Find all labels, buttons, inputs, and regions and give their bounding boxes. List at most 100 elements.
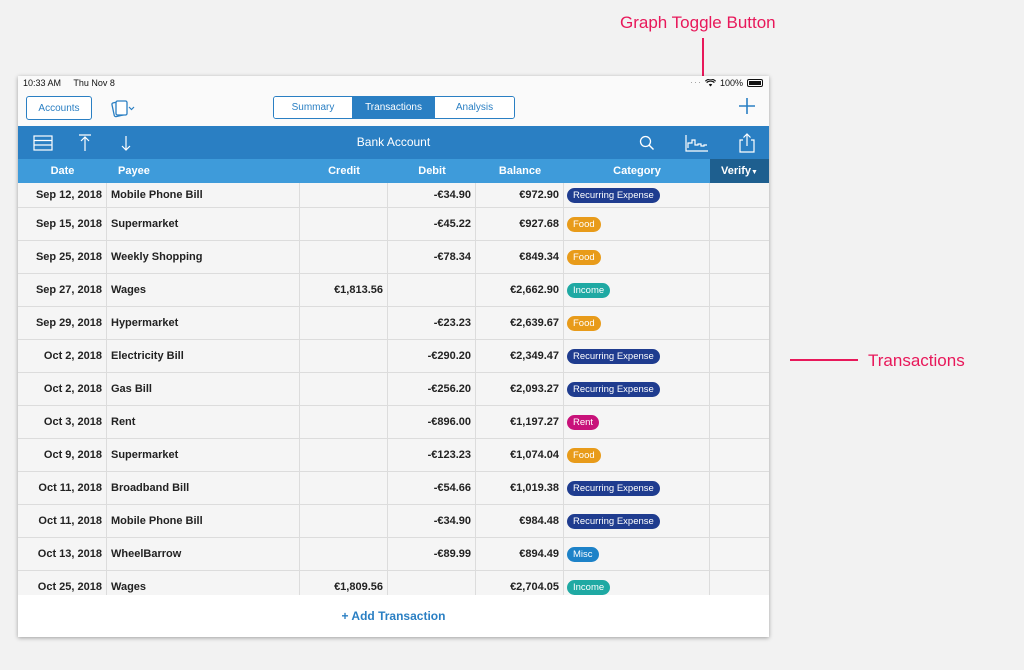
cell-verify[interactable] <box>710 307 769 339</box>
cell-category: Recurring Expense <box>564 373 710 405</box>
table-row[interactable]: Oct 11, 2018 Mobile Phone Bill -€34.90 €984… <box>18 505 769 538</box>
cell-balance: €1,197.27 <box>476 406 564 438</box>
category-badge: Food <box>567 315 601 331</box>
accounts-button[interactable]: Accounts <box>26 96 92 120</box>
category-badge: Recurring Expense <box>567 187 660 203</box>
cell-balance: €2,639.67 <box>476 307 564 339</box>
category-badge: Recurring Expense <box>567 381 660 397</box>
cell-date: Sep 27, 2018 <box>18 274 107 306</box>
cell-verify[interactable] <box>710 373 769 405</box>
cell-balance: €927.68 <box>476 208 564 240</box>
column-header-payee[interactable]: Payee <box>118 159 150 183</box>
battery-percent: 100% <box>719 78 743 88</box>
status-time: 10:33 AM <box>23 78 62 88</box>
cell-balance: €894.49 <box>476 538 564 570</box>
cell-debit: -€34.90 <box>388 183 476 207</box>
transactions-callout-label: Transactions <box>868 351 965 370</box>
documents-menu-button[interactable] <box>108 97 136 119</box>
ipad-screen: 10:33 AM Thu Nov 8 ··· 100% Accounts Sum… <box>18 76 769 637</box>
battery-icon <box>747 79 763 87</box>
cell-credit <box>300 340 388 372</box>
table-row[interactable]: Sep 27, 2018 Wages €1,813.56 €2,662.90 Incom… <box>18 274 769 307</box>
add-transaction-button[interactable]: + Add Transaction <box>18 595 769 637</box>
cell-verify[interactable] <box>710 439 769 471</box>
graph-toggle-callout-label: Graph Toggle Button <box>620 13 776 32</box>
view-segmented-control: Summary Transactions Analysis <box>273 96 515 119</box>
cell-date: Oct 13, 2018 <box>18 538 107 570</box>
add-button[interactable] <box>737 96 757 116</box>
share-button[interactable] <box>736 132 758 154</box>
column-header-balance[interactable]: Balance <box>476 159 564 183</box>
cell-verify[interactable] <box>710 406 769 438</box>
cell-verify[interactable] <box>710 505 769 537</box>
cell-verify[interactable] <box>710 183 769 207</box>
cell-payee: Supermarket <box>107 208 300 240</box>
cell-payee: Gas Bill <box>107 373 300 405</box>
cell-debit: -€290.20 <box>388 340 476 372</box>
category-badge: Recurring Expense <box>567 348 660 364</box>
cell-verify[interactable] <box>710 340 769 372</box>
cell-credit <box>300 373 388 405</box>
cell-debit: -€89.99 <box>388 538 476 570</box>
category-badge: Food <box>567 249 601 265</box>
cell-date: Oct 11, 2018 <box>18 472 107 504</box>
tab-summary[interactable]: Summary <box>274 97 353 118</box>
column-header-verify-label: Verify <box>721 165 752 177</box>
cell-payee: Rent <box>107 406 300 438</box>
tab-analysis[interactable]: Analysis <box>435 97 514 118</box>
cell-payee: Supermarket <box>107 439 300 471</box>
status-date: Thu Nov 8 <box>73 78 115 88</box>
table-row[interactable]: Oct 3, 2018 Rent -€896.00 €1,197.27 Rent <box>18 406 769 439</box>
cell-verify[interactable] <box>710 472 769 504</box>
cell-credit <box>300 472 388 504</box>
table-row[interactable]: Oct 11, 2018 Broadband Bill -€54.66 €1,019.… <box>18 472 769 505</box>
cell-credit <box>300 538 388 570</box>
table-row[interactable]: Sep 15, 2018 Supermarket -€45.22 €927.68 Foo… <box>18 208 769 241</box>
column-header-category[interactable]: Category <box>564 159 710 183</box>
cell-category: Food <box>564 307 710 339</box>
cell-credit <box>300 208 388 240</box>
table-row[interactable]: Sep 12, 2018 Mobile Phone Bill -€34.90 €972… <box>18 183 769 208</box>
cell-verify[interactable] <box>710 274 769 306</box>
table-row[interactable]: Oct 2, 2018 Electricity Bill -€290.20 €2,34… <box>18 340 769 373</box>
cell-verify[interactable] <box>710 208 769 240</box>
nav-bar: Accounts Summary Transactions Analysis <box>18 90 769 126</box>
tab-transactions[interactable]: Transactions <box>353 97 435 118</box>
cell-payee: Wages <box>107 274 300 306</box>
cell-debit: -€45.22 <box>388 208 476 240</box>
cell-debit: -€256.20 <box>388 373 476 405</box>
table-row[interactable]: Sep 25, 2018 Weekly Shopping -€78.34 €849.3… <box>18 241 769 274</box>
column-header-credit[interactable]: Credit <box>300 159 388 183</box>
category-badge: Recurring Expense <box>567 513 660 529</box>
transactions-callout-line <box>790 359 858 361</box>
cell-payee: Electricity Bill <box>107 340 300 372</box>
cell-verify[interactable] <box>710 241 769 273</box>
graph-toggle-button[interactable] <box>684 132 710 154</box>
column-header-debit[interactable]: Debit <box>388 159 476 183</box>
table-row[interactable]: Oct 13, 2018 WheelBarrow -€89.99 €894.49 Mis… <box>18 538 769 571</box>
search-button[interactable] <box>636 132 658 154</box>
cell-balance: €2,349.47 <box>476 340 564 372</box>
cell-verify[interactable] <box>710 538 769 570</box>
column-header-verify[interactable]: Verify▼ <box>710 159 769 183</box>
cell-credit <box>300 307 388 339</box>
column-header-row: Date Payee Credit Debit Balance Category… <box>18 159 769 183</box>
search-icon <box>639 135 654 150</box>
cell-date: Sep 29, 2018 <box>18 307 107 339</box>
cell-debit: -€54.66 <box>388 472 476 504</box>
cell-category: Recurring Expense <box>564 183 710 207</box>
cell-debit: -€23.23 <box>388 307 476 339</box>
cell-debit <box>388 274 476 306</box>
table-row[interactable]: Sep 29, 2018 Hypermarket -€23.23 €2,639.67 F… <box>18 307 769 340</box>
cell-credit <box>300 505 388 537</box>
cell-credit <box>300 183 388 207</box>
cell-balance: €1,074.04 <box>476 439 564 471</box>
cell-category: Recurring Expense <box>564 340 710 372</box>
table-row[interactable]: Oct 9, 2018 Supermarket -€123.23 €1,074.04 F… <box>18 439 769 472</box>
cell-payee: Hypermarket <box>107 307 300 339</box>
table-row[interactable]: Oct 2, 2018 Gas Bill -€256.20 €2,093.27 Recu… <box>18 373 769 406</box>
account-toolbar: Bank Account <box>18 126 769 159</box>
cell-balance: €849.34 <box>476 241 564 273</box>
column-header-date[interactable]: Date <box>18 159 107 183</box>
category-badge: Food <box>567 447 601 463</box>
